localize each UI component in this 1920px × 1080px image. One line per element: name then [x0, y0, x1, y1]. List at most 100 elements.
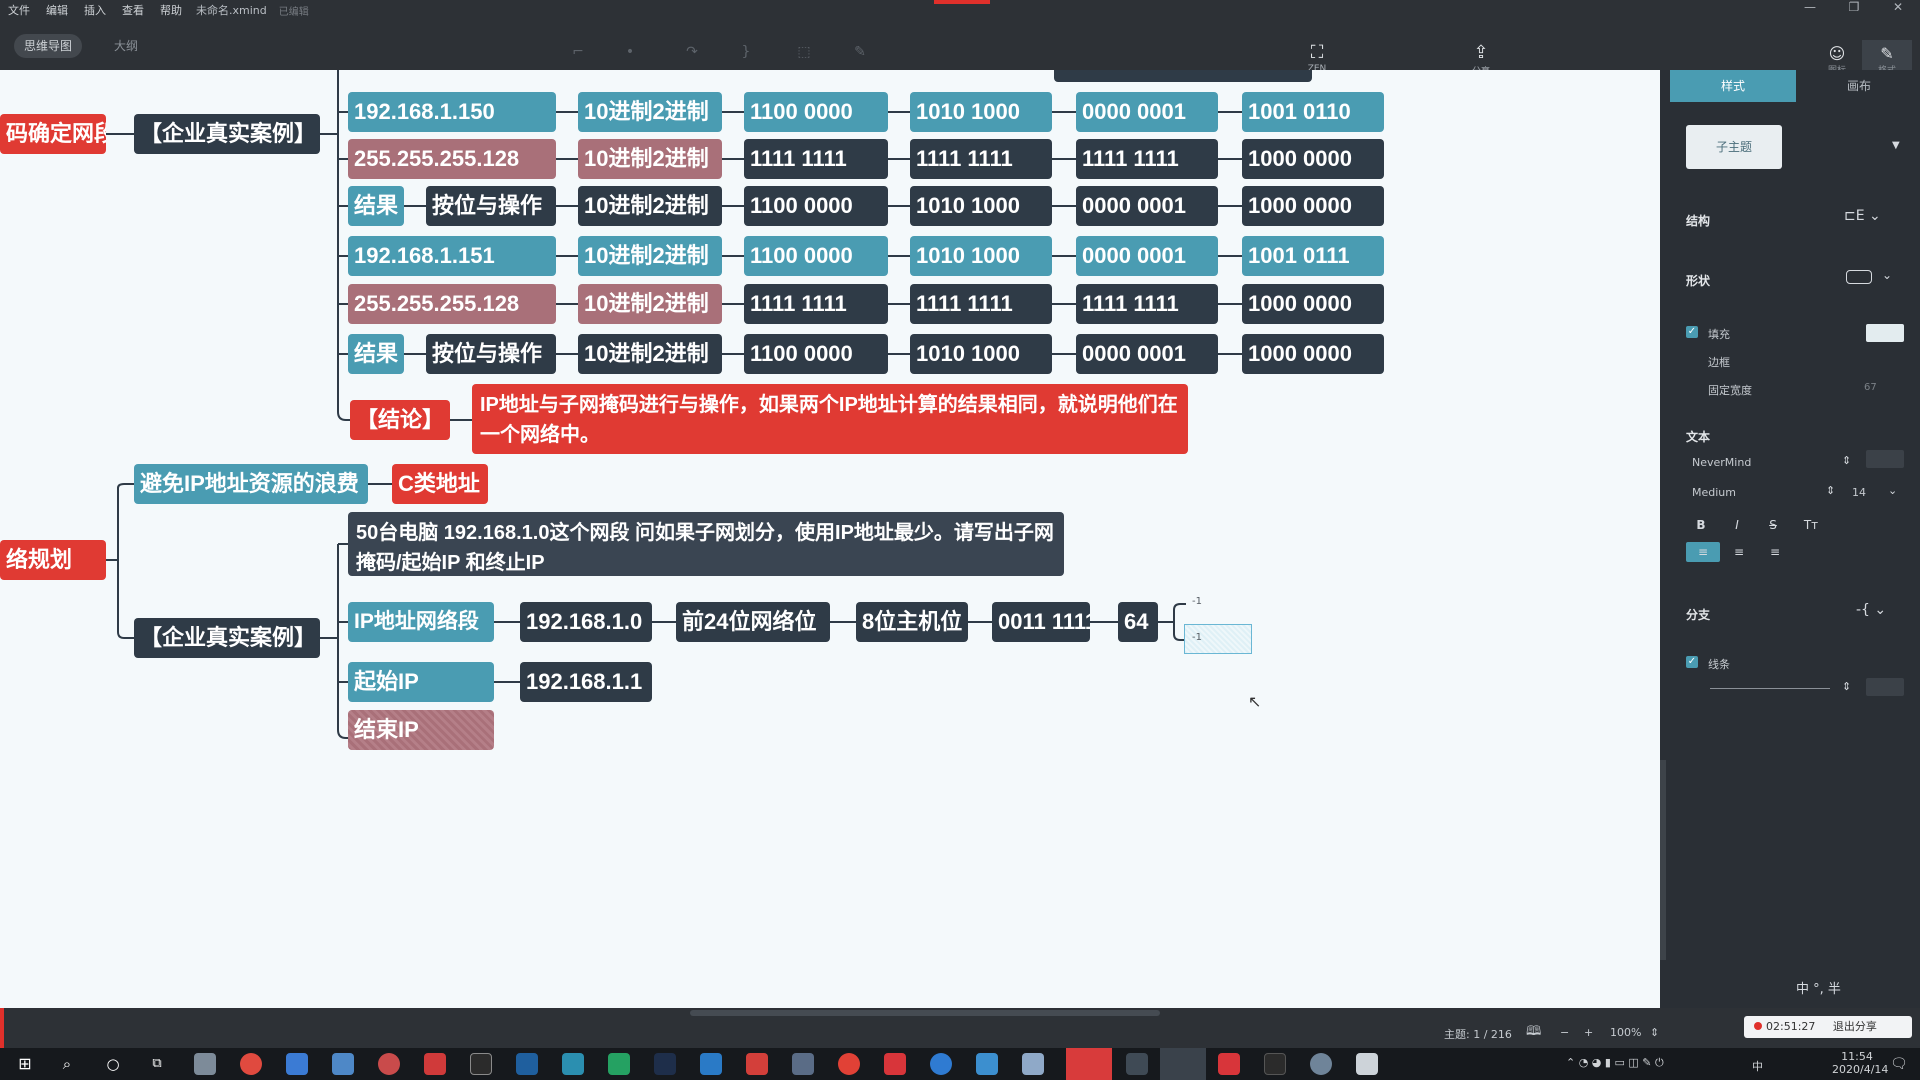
- tab-outline[interactable]: 大纲: [104, 34, 148, 58]
- weight-stepper-icon[interactable]: ⇕: [1826, 484, 1835, 497]
- network-address-node[interactable]: 192.168.1.0: [520, 602, 652, 642]
- binary-node[interactable]: 1001 0111: [1242, 236, 1384, 276]
- binary-node[interactable]: 0000 0001: [1076, 186, 1218, 226]
- root-topic-subnet[interactable]: 码确定网段: [0, 114, 106, 154]
- boundary-icon[interactable]: ⬚: [794, 44, 814, 64]
- ip-node[interactable]: 192.168.1.150: [348, 92, 556, 132]
- fixed-width-value[interactable]: 67: [1864, 382, 1877, 393]
- tab-style[interactable]: 样式: [1670, 70, 1796, 102]
- start-ip-label[interactable]: 起始IP: [348, 662, 494, 702]
- host-bits-node[interactable]: 8位主机位: [856, 602, 968, 642]
- pycharm-icon[interactable]: [608, 1053, 630, 1075]
- binary-node[interactable]: 0011 1111: [992, 602, 1090, 642]
- binary-node[interactable]: 1010 1000: [910, 186, 1052, 226]
- fill-checkbox[interactable]: ✓: [1686, 326, 1698, 338]
- convert-node[interactable]: 10进制2进制: [578, 284, 722, 324]
- count-node[interactable]: 64: [1118, 602, 1158, 642]
- vscode-icon[interactable]: [700, 1053, 722, 1075]
- menu-edit[interactable]: 编辑: [38, 2, 76, 18]
- subtopic-icon[interactable]: •: [620, 44, 640, 64]
- app-icon-7[interactable]: [470, 1053, 492, 1075]
- recording-control[interactable]: 02:51:27 退出分享: [1744, 1016, 1912, 1038]
- structure-icon[interactable]: ⊏E ⌄: [1844, 208, 1881, 224]
- font-size-select[interactable]: 14: [1852, 486, 1866, 499]
- text-case-button[interactable]: Tт: [1796, 516, 1826, 534]
- avoid-waste-topic[interactable]: 避免IP地址资源的浪费: [134, 464, 368, 504]
- ime-toolbar[interactable]: 中 °, 半: [1796, 978, 1841, 997]
- summary-icon[interactable]: }: [736, 44, 756, 64]
- goland-icon[interactable]: [562, 1053, 584, 1075]
- bold-button[interactable]: B: [1686, 516, 1716, 534]
- align-right-icon[interactable]: ≡: [1758, 542, 1792, 562]
- app-icon-5[interactable]: [378, 1053, 400, 1075]
- windows-start-icon[interactable]: ⊞: [14, 1053, 36, 1075]
- root-topic-planning[interactable]: 络规划: [0, 540, 106, 580]
- binary-node[interactable]: 1111 1111: [744, 139, 888, 179]
- case-topic-1[interactable]: 【企业真实案例】: [134, 114, 320, 154]
- binary-node[interactable]: 0000 0001: [1076, 334, 1218, 374]
- line-style-preview[interactable]: [1710, 688, 1830, 689]
- shape-preview[interactable]: [1846, 270, 1872, 284]
- convert-node[interactable]: 10进制2进制: [578, 186, 722, 226]
- relationship-icon[interactable]: ↷: [682, 44, 702, 64]
- menu-file[interactable]: 文件: [0, 2, 38, 18]
- zoom-out-icon[interactable]: −: [1560, 1026, 1569, 1039]
- binary-node[interactable]: 1111 1111: [1076, 139, 1218, 179]
- dropdown-arrow-icon[interactable]: ▼: [1892, 140, 1900, 151]
- app-icon-23[interactable]: [1218, 1053, 1240, 1075]
- binary-node[interactable]: 1100 0000: [744, 186, 888, 226]
- app-icon-8[interactable]: [516, 1053, 538, 1075]
- convert-node[interactable]: 10进制2进制: [578, 139, 722, 179]
- menu-help[interactable]: 帮助: [152, 2, 190, 18]
- chrome-icon[interactable]: [240, 1053, 262, 1075]
- binary-node[interactable]: 1010 1000: [910, 236, 1052, 276]
- convert-node[interactable]: 10进制2进制: [578, 92, 722, 132]
- app-icon-25[interactable]: [1310, 1053, 1332, 1075]
- end-ip-label[interactable]: 结束IP: [348, 710, 494, 750]
- binary-node[interactable]: 1111 1111: [910, 284, 1052, 324]
- active-app-red[interactable]: [1066, 1048, 1112, 1080]
- app-icon-13[interactable]: [746, 1053, 768, 1075]
- ip-node[interactable]: 192.168.1.151: [348, 236, 556, 276]
- line-color-swatch[interactable]: [1866, 678, 1904, 696]
- app-icon-19[interactable]: [1022, 1053, 1044, 1075]
- italic-button[interactable]: I: [1722, 516, 1752, 534]
- calculator-icon[interactable]: [1356, 1053, 1378, 1075]
- binary-node[interactable]: 1100 0000: [744, 236, 888, 276]
- font-stepper-icon[interactable]: ⇕: [1842, 454, 1851, 467]
- line-stepper-icon[interactable]: ⇕: [1842, 680, 1851, 693]
- binary-node[interactable]: 1000 0000: [1242, 186, 1384, 226]
- zoom-in-icon[interactable]: +: [1584, 1026, 1593, 1039]
- subtopic-minus-1[interactable]: -1: [1192, 596, 1202, 607]
- and-op-node[interactable]: 按位与操作: [426, 334, 556, 374]
- result-node[interactable]: 结果: [348, 334, 404, 374]
- exit-share-button[interactable]: 退出分享: [1833, 1020, 1877, 1033]
- photoshop-icon[interactable]: [654, 1053, 676, 1075]
- result-node[interactable]: 结果: [348, 186, 404, 226]
- binary-node[interactable]: 1111 1111: [744, 284, 888, 324]
- search-icon[interactable]: ⌕: [56, 1053, 78, 1075]
- theme-card[interactable]: 子主题: [1686, 125, 1782, 169]
- panel-scrollbar[interactable]: [1660, 760, 1666, 960]
- app-icon-1[interactable]: [194, 1053, 216, 1075]
- clock[interactable]: 11:54 2020/4/14: [1832, 1050, 1888, 1076]
- binary-node[interactable]: 1100 0000: [744, 334, 888, 374]
- store-icon[interactable]: [286, 1053, 308, 1075]
- font-family-select[interactable]: NeverMind: [1692, 456, 1751, 469]
- tray-icons[interactable]: ⌃ ◔ ◕ ▮ ▭ ◫ ✎ ⏻: [1566, 1056, 1664, 1070]
- binary-node[interactable]: 0000 0001: [1076, 92, 1218, 132]
- and-op-node[interactable]: 按位与操作: [426, 186, 556, 226]
- note-icon[interactable]: ✎: [850, 44, 870, 64]
- binary-node[interactable]: 1010 1000: [910, 334, 1052, 374]
- task-view-icon[interactable]: ⧉: [146, 1053, 168, 1075]
- app-icon-14[interactable]: [792, 1053, 814, 1075]
- convert-node[interactable]: 10进制2进制: [578, 236, 722, 276]
- zoom-stepper-icon[interactable]: ⇕: [1650, 1026, 1659, 1039]
- app-icon-21[interactable]: [1126, 1053, 1148, 1075]
- binary-node[interactable]: 1000 0000: [1242, 139, 1384, 179]
- menu-view[interactable]: 查看: [114, 2, 152, 18]
- convert-node[interactable]: 10进制2进制: [578, 334, 722, 374]
- font-size-chevron-icon[interactable]: ⌄: [1888, 484, 1897, 497]
- topic-icon[interactable]: ⌐: [568, 44, 588, 64]
- mindmap-canvas[interactable]: 码确定网段 【企业真实案例】 192.168.1.150 10进制2进制 110…: [0, 70, 1660, 1008]
